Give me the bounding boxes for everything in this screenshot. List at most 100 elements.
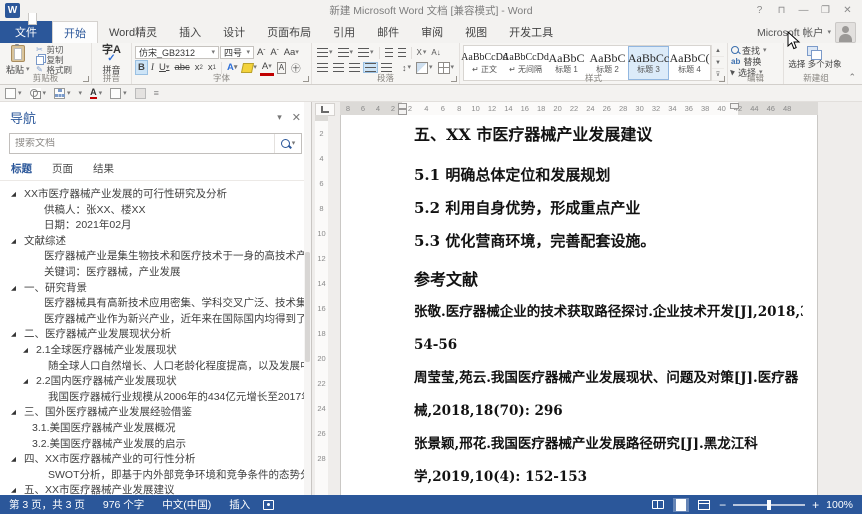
- collapse-triangle-icon[interactable]: ◢: [11, 234, 16, 250]
- pane-close-icon[interactable]: ✕: [292, 111, 301, 124]
- nav-outline-item[interactable]: ◢XX市医疗器械产业发展的可行性研究及分析: [0, 187, 311, 203]
- nav-tab-页面[interactable]: 页面: [52, 161, 73, 176]
- ribbon-tab-页面布局[interactable]: 页面布局: [256, 21, 322, 43]
- change-case-button[interactable]: Aa▾: [282, 46, 301, 59]
- ribbon-tab-设计[interactable]: 设计: [212, 21, 256, 43]
- increase-indent-button[interactable]: [396, 47, 408, 58]
- paste-button[interactable]: 粘贴▾: [3, 45, 33, 76]
- ribbon-tab-开始[interactable]: 开始: [52, 21, 98, 43]
- nav-outline-item[interactable]: ◢三、国外医疗器械产业发展经验借鉴: [0, 405, 311, 421]
- collapse-triangle-icon[interactable]: ◢: [11, 405, 16, 421]
- font-size-combo[interactable]: 四号▾: [220, 46, 254, 59]
- nav-outline-item[interactable]: ◢二、医疗器械产业发展现状分析: [0, 327, 311, 343]
- gallery-scroll-up-icon[interactable]: ▲: [712, 45, 724, 57]
- equalizer-tool-button[interactable]: ≡: [154, 88, 159, 98]
- gallery-scroll-down-icon[interactable]: ▼: [712, 57, 724, 69]
- nav-outline-item[interactable]: SWOT分析，即基于内外部竞争环境和竞争条件的态势分析，将与研究对象密切...: [0, 468, 311, 484]
- nav-outline-item[interactable]: ◢四、XX市医疗器械产业的可行性分析: [0, 452, 311, 468]
- justify-button[interactable]: [363, 62, 378, 73]
- align-right-button[interactable]: [347, 62, 362, 73]
- asian-layout-button[interactable]: X▾: [415, 47, 429, 58]
- font-dialog-launcher-icon[interactable]: [303, 76, 309, 82]
- replace-button[interactable]: ab替换: [731, 56, 780, 66]
- page-indicator[interactable]: 第 3 页，共 3 页: [0, 497, 94, 512]
- ribbon-display-options-icon[interactable]: ⊓: [771, 2, 792, 19]
- nav-outline-item[interactable]: 医疗器械产业作为新兴产业，近年来在国际国内均得到了快速发展。随着“健康...: [0, 312, 311, 328]
- search-input[interactable]: [10, 138, 274, 149]
- nav-outline-item[interactable]: 随全球人口自然增长、人口老龄化程度提高，以及发展中国家经济增长，长期来...: [0, 359, 311, 375]
- ribbon-tab-视图[interactable]: 视图: [454, 21, 498, 43]
- print-layout-button[interactable]: [673, 498, 689, 512]
- table-tool-button[interactable]: ▾: [5, 88, 22, 99]
- nav-outline-item[interactable]: 日期：2021年02月: [0, 218, 311, 234]
- minimize-icon[interactable]: —: [793, 2, 814, 19]
- ribbon-tab-审阅[interactable]: 审阅: [410, 21, 454, 43]
- pane-options-icon[interactable]: ▾: [277, 112, 282, 123]
- zoom-in-button[interactable]: +: [812, 499, 819, 511]
- tab-file[interactable]: 文件: [0, 21, 52, 43]
- nav-outline-item[interactable]: ◢一、研究背景: [0, 281, 311, 297]
- align-left-button[interactable]: [315, 62, 330, 73]
- collapse-triangle-icon[interactable]: ◢: [11, 327, 16, 343]
- horizontal-ruler[interactable]: 8642 24681012141618202224262830323436384…: [340, 102, 818, 115]
- sort-button[interactable]: A↓: [429, 47, 442, 58]
- clipboard-tool-button[interactable]: [135, 88, 146, 99]
- collapse-triangle-icon[interactable]: ◢: [23, 343, 28, 359]
- font-name-combo[interactable]: 仿宋_GB2312▾: [135, 46, 219, 59]
- nav-outline-item[interactable]: 我国医疗器械行业规模从2006年的434亿元增长至2017年的4425亿元，年均…: [0, 390, 311, 406]
- decrease-indent-button[interactable]: [383, 47, 395, 58]
- help-icon[interactable]: ?: [749, 2, 770, 19]
- collapse-triangle-icon[interactable]: ◢: [23, 374, 28, 390]
- document-page[interactable]: 五、XX 市医疗器械产业发展建议5.1 明确总体定位和发展规划5.2 利用自身优…: [340, 115, 818, 497]
- nav-tab-标题[interactable]: 标题: [11, 161, 32, 176]
- ribbon-tab-插入[interactable]: 插入: [168, 21, 212, 43]
- web-layout-button[interactable]: [696, 498, 712, 512]
- numbering-button[interactable]: ▾: [336, 47, 356, 58]
- document-content[interactable]: 五、XX 市医疗器械产业发展建议5.1 明确总体定位和发展规划5.2 利用自身优…: [341, 115, 817, 497]
- nav-tab-结果[interactable]: 结果: [93, 161, 114, 176]
- ribbon-tab-Word精灵[interactable]: Word精灵: [98, 21, 168, 43]
- grow-font-button[interactable]: Aˆ: [255, 46, 267, 59]
- pinyin-button[interactable]: 字A ✓ 拼音: [95, 45, 128, 76]
- language-indicator[interactable]: 中文(中国): [153, 497, 220, 512]
- align-center-button[interactable]: [331, 62, 346, 73]
- multilevel-list-button[interactable]: ▾: [356, 47, 376, 58]
- bullets-button[interactable]: ▾: [315, 47, 335, 58]
- find-button[interactable]: 查找▾: [731, 45, 780, 55]
- nav-outline-item[interactable]: ◢2.1全球医疗器械产业发展现状: [0, 343, 311, 359]
- insert-mode-indicator[interactable]: 插入: [220, 497, 259, 512]
- zoom-slider-thumb[interactable]: [767, 500, 771, 510]
- right-indent-marker[interactable]: [730, 103, 739, 109]
- account-area[interactable]: Microsoft 帐户 ▾: [757, 22, 856, 43]
- nav-outline-item[interactable]: 关键词：医疗器械，产业发展: [0, 265, 311, 281]
- zoom-slider[interactable]: [733, 504, 805, 506]
- nav-outline-item[interactable]: 供稿人：张XX、楼XX: [0, 203, 311, 219]
- collapse-triangle-icon[interactable]: ◢: [11, 281, 16, 297]
- shapes-tool-button[interactable]: ▾: [30, 88, 47, 99]
- line-spacing-button[interactable]: ↕▾: [400, 62, 413, 74]
- search-button[interactable]: ▾: [274, 134, 301, 153]
- close-icon[interactable]: ✕: [837, 2, 858, 19]
- nav-outline-item[interactable]: 医疗器械具有高新技术应用密集、学科交叉广泛、技术集成融合等特点，是一个...: [0, 296, 311, 312]
- collapse-triangle-icon[interactable]: ◢: [11, 187, 16, 203]
- restore-icon[interactable]: ❐: [815, 2, 836, 19]
- nav-outline-item[interactable]: 医疗器械产业是集生物技术和医疗技术于一身的高技术产业，近年来在科技发展...: [0, 249, 311, 265]
- zoom-out-button[interactable]: −: [719, 499, 726, 511]
- word-count[interactable]: 976 个字: [94, 497, 153, 512]
- font-color-tool-button[interactable]: A▾: [90, 88, 102, 99]
- nav-scrollbar[interactable]: [304, 102, 311, 497]
- nav-outline-item[interactable]: ◢文献综述: [0, 234, 311, 250]
- paragraph-dialog-launcher-icon[interactable]: [451, 76, 457, 82]
- zoom-level[interactable]: 100%: [826, 499, 853, 511]
- nav-outline-item[interactable]: ◢2.2国内医疗器械产业发展现状: [0, 374, 311, 390]
- ribbon-tab-引用[interactable]: 引用: [322, 21, 366, 43]
- page-tool-button[interactable]: ▾: [79, 90, 83, 97]
- nav-outline-item[interactable]: 3.2.美国医疗器械产业发展的启示: [0, 437, 311, 453]
- hierarchy-tool-button[interactable]: ▾: [54, 88, 71, 99]
- collapse-triangle-icon[interactable]: ◢: [11, 452, 16, 468]
- distribute-button[interactable]: [379, 62, 394, 73]
- borders-tool-button[interactable]: ▾: [110, 88, 127, 99]
- ribbon-tab-邮件[interactable]: 邮件: [366, 21, 410, 43]
- read-mode-button[interactable]: [650, 498, 666, 512]
- vertical-ruler[interactable]: 246810121416182022242628: [315, 115, 328, 497]
